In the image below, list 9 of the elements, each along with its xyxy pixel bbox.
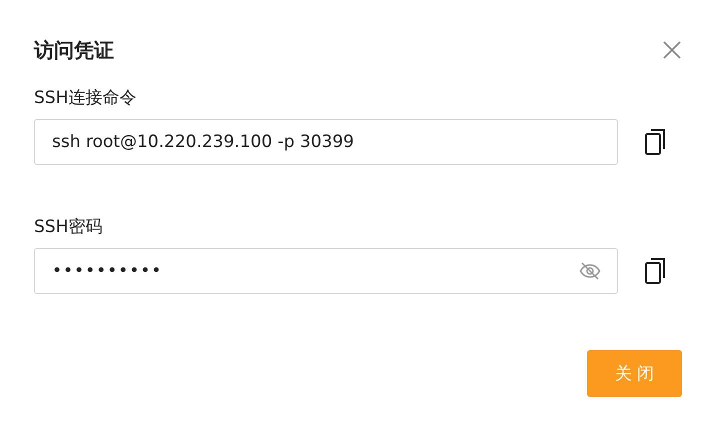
close-icon[interactable] — [662, 40, 682, 60]
field-label: SSH连接命令 — [34, 87, 138, 109]
input-field[interactable]: ssh root@10.220.239.100 -p 30399 — [34, 119, 618, 165]
copy-icon[interactable] — [644, 258, 666, 284]
dialog-title: 访问凭证 — [34, 36, 114, 64]
eye-slash-icon[interactable] — [579, 262, 601, 280]
copy-icon[interactable] — [644, 129, 666, 155]
field-label: SSH密码 — [34, 216, 104, 238]
input-field[interactable]: •••••••••• — [34, 248, 618, 294]
